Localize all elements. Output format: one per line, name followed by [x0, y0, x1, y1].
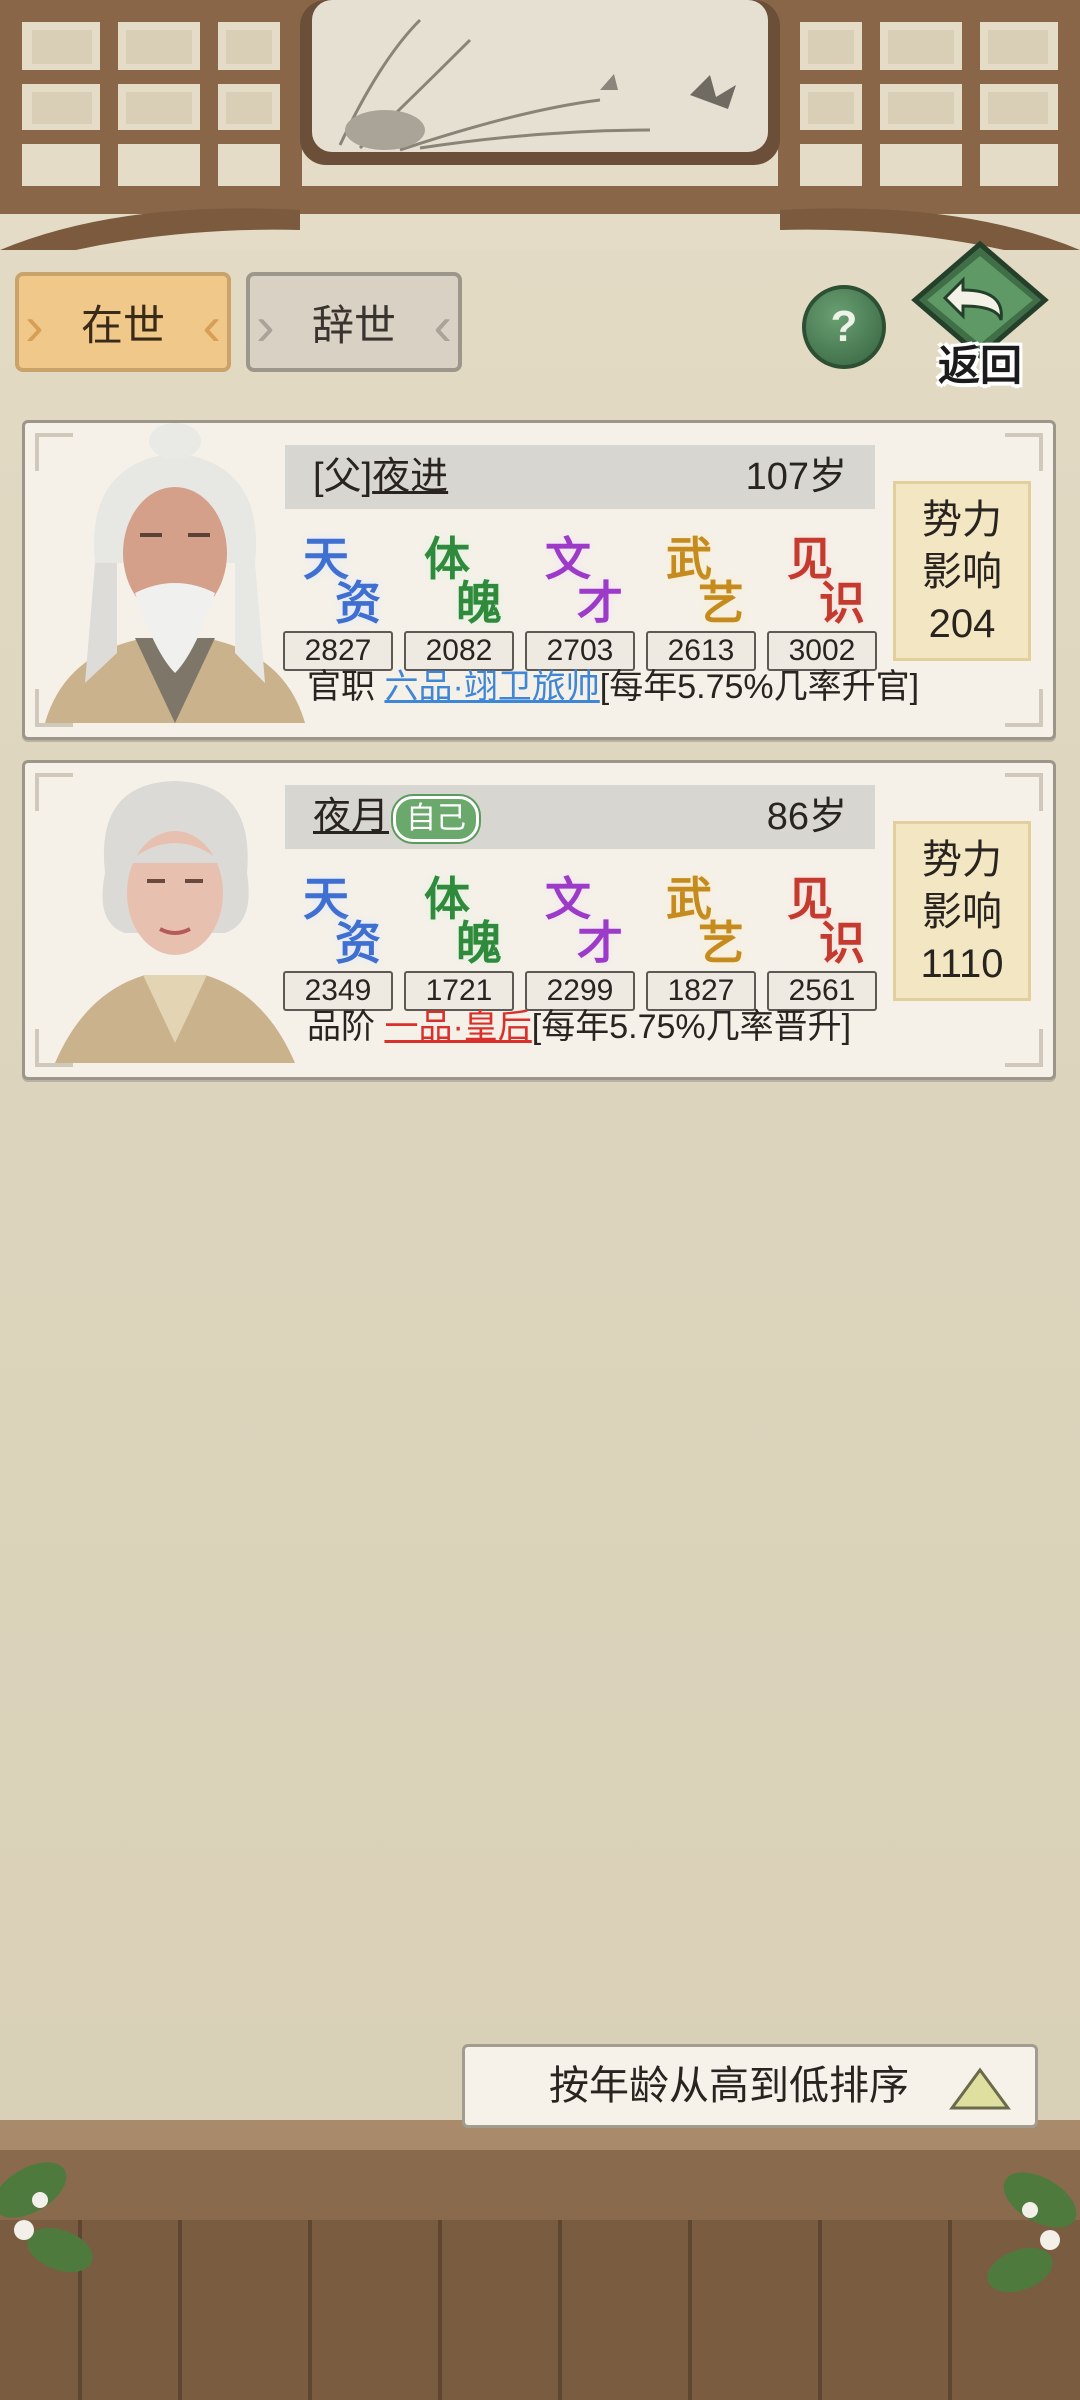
person-name[interactable]: 夜月: [313, 796, 389, 838]
influence-label: 势力: [922, 498, 1002, 542]
name-bar: [父]夜进 107岁: [285, 445, 875, 509]
stat-name-literary: 文才: [545, 533, 623, 629]
influence-label: 影响: [922, 890, 1002, 934]
help-button[interactable]: ?: [802, 285, 886, 369]
person-age: 107岁: [745, 456, 847, 498]
rank-line: 品阶 一品·皇后[每年5.75%几率晋升]: [307, 999, 851, 1048]
self-badge: 自己: [393, 795, 480, 842]
influence-box: 势力 影响 1110: [893, 821, 1031, 1001]
stat-name-literary: 文才: [545, 873, 623, 969]
portrait-self: [55, 781, 295, 1063]
help-icon: ?: [830, 302, 858, 351]
name-bar: 夜月 自己 86岁: [285, 785, 875, 849]
tab-deceased-label: 辞世: [311, 301, 396, 349]
top-wooden-frame: [0, 0, 1080, 250]
stat-name-talent: 天资: [303, 873, 381, 969]
person-age: 86岁: [766, 796, 847, 838]
rank-note: [每年5.75%几率晋升]: [531, 1008, 852, 1046]
stat-name-physique: 体魄: [424, 873, 502, 969]
sort-triangle-icon: [949, 2067, 1011, 2110]
stat-knowledge: 见识 3002: [767, 523, 877, 671]
influence-value: 1110: [920, 942, 1004, 986]
rank-link[interactable]: 一品·皇后: [384, 1008, 531, 1046]
title-line: 官职 六品·翊卫旅帅[每年5.75%几率升官]: [307, 659, 919, 708]
tab-alive[interactable]: › 在世 ‹: [15, 272, 231, 372]
influence-label: 势力: [922, 838, 1002, 882]
sort-label: 按年龄从高到低排序: [549, 2064, 909, 2108]
stat-literary: 文才 2299: [525, 863, 635, 1011]
stat-knowledge: 见识 2561: [767, 863, 877, 1011]
stat-name-talent: 天资: [303, 533, 381, 629]
stat-physique: 体魄 2082: [404, 523, 514, 671]
tab-ornament-right: ‹: [202, 294, 221, 357]
card-corner-ornament: [1005, 689, 1043, 727]
back-label: 返回: [937, 342, 1022, 389]
stat-name-martial: 武艺: [666, 873, 744, 969]
stat-physique: 体魄 1721: [404, 863, 514, 1011]
rank-label: 品阶: [307, 1008, 375, 1046]
influence-value: 204: [928, 602, 996, 646]
stat-talent: 天资 2349: [283, 863, 393, 1011]
back-button[interactable]: 返回: [905, 240, 1055, 390]
portrait-father: [45, 423, 305, 723]
card-corner-ornament: [1005, 1029, 1043, 1067]
person-name[interactable]: 夜进: [372, 456, 448, 498]
person-card[interactable]: [父]夜进 107岁 天资 2827 体魄 2082 文才 2703 武艺 26…: [22, 420, 1056, 740]
stat-martial: 武艺 2613: [646, 523, 756, 671]
bottom-wooden-frame: [0, 2120, 1080, 2400]
tab-deceased[interactable]: › 辞世 ‹: [246, 272, 462, 372]
stat-talent: 天资 2827: [283, 523, 393, 671]
title-link[interactable]: 六品·翊卫旅帅: [384, 668, 599, 706]
stat-literary: 文才 2703: [525, 523, 635, 671]
stat-name-knowledge: 见识: [787, 873, 865, 969]
card-corner-ornament: [1005, 773, 1043, 811]
influence-label: 影响: [922, 550, 1002, 594]
stat-name-physique: 体魄: [424, 533, 502, 629]
stat-name-knowledge: 见识: [787, 533, 865, 629]
relation-label: [父]: [313, 456, 373, 498]
title-label: 官职: [307, 668, 375, 706]
stat-name-martial: 武艺: [666, 533, 744, 629]
tab-ornament-right: ‹: [433, 294, 452, 357]
stat-martial: 武艺 1827: [646, 863, 756, 1011]
tab-ornament-left: ›: [256, 294, 275, 357]
tab-alive-label: 在世: [80, 301, 165, 349]
person-card[interactable]: 夜月 自己 86岁 天资 2349 体魄 1721 文才 2299 武艺 1827…: [22, 760, 1056, 1080]
tab-ornament-left: ›: [25, 294, 44, 357]
title-note: [每年5.75%几率升官]: [599, 668, 920, 706]
influence-box: 势力 影响 204: [893, 481, 1031, 661]
card-corner-ornament: [1005, 433, 1043, 471]
sort-button[interactable]: 按年龄从高到低排序: [462, 2044, 1038, 2128]
